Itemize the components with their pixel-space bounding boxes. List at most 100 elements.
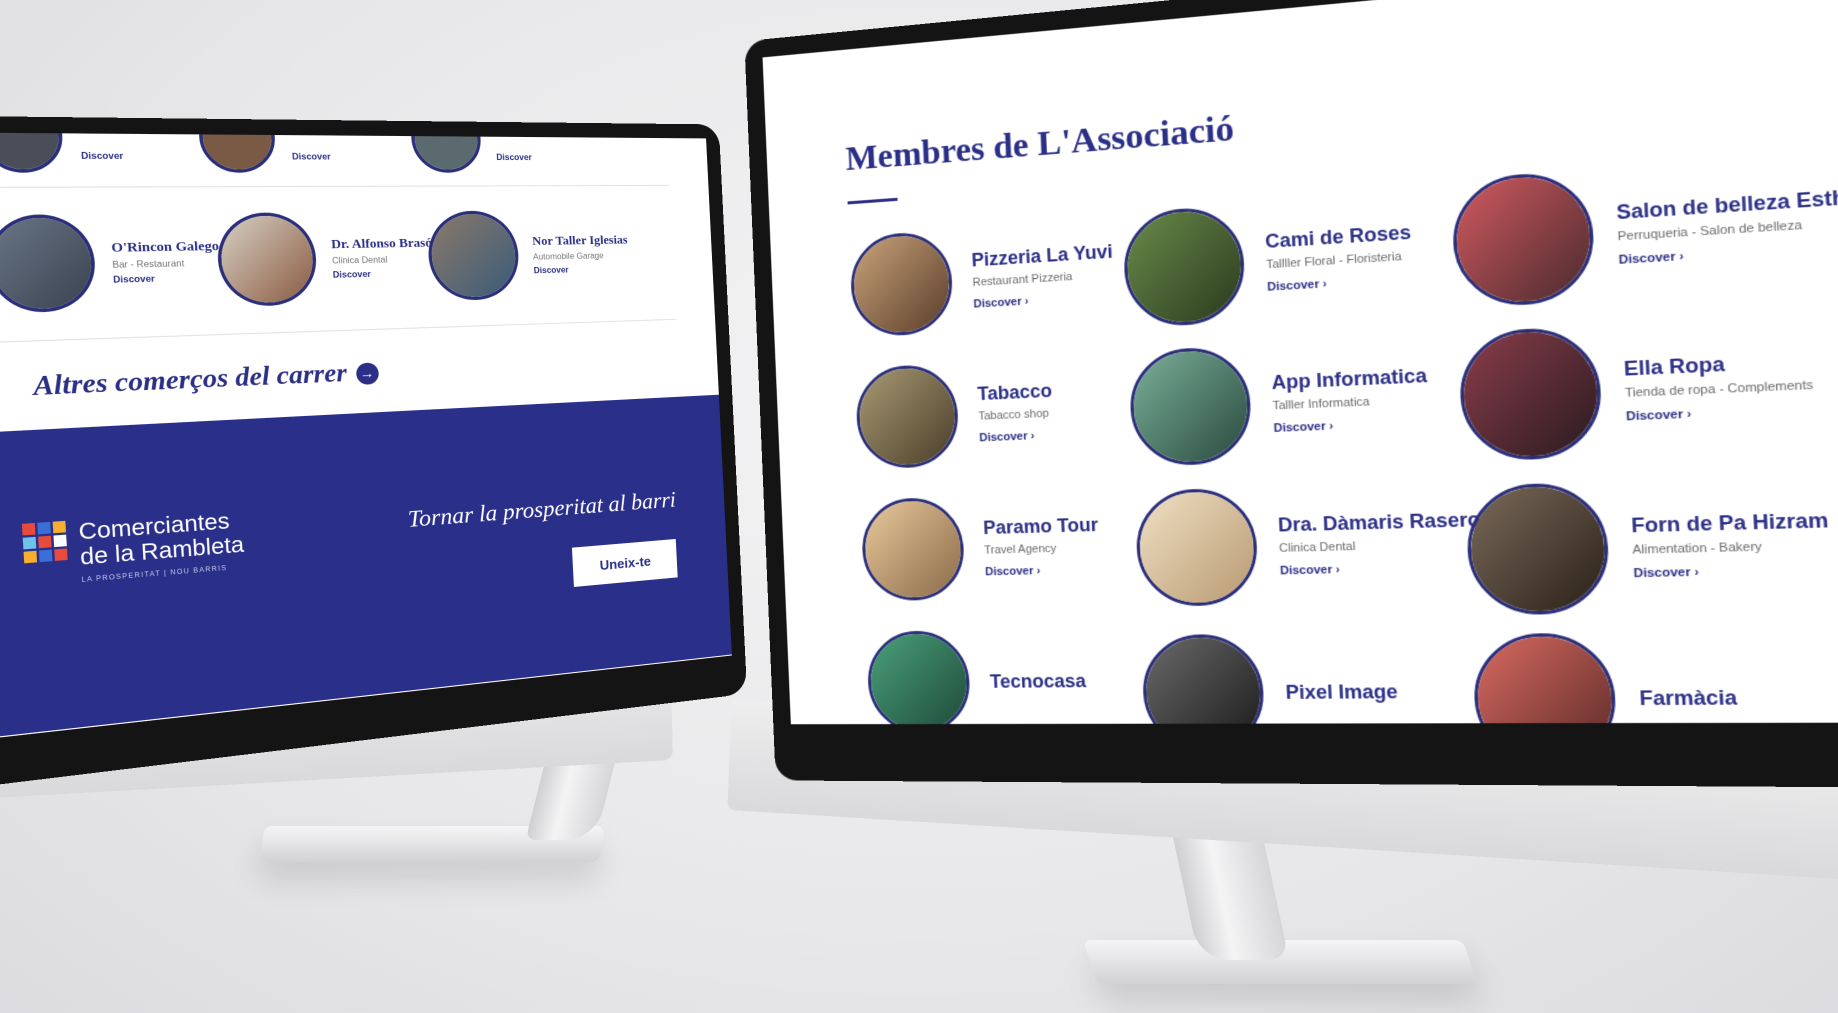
list-item[interactable]: Ella Ropa Tienda de ropa - Complements D…: [1457, 315, 1817, 462]
right-monitor-bezel: Membres de L'Associació Pizzeria La Yuvi…: [744, 0, 1838, 789]
member-name[interactable]: Cami de Roses: [1265, 221, 1412, 253]
member-photo: [0, 214, 98, 314]
site-footer: Comerciantes de la Rambleta LA PROSPERIT…: [0, 394, 732, 741]
left-monitor-bezel: Discover Discover Discover O'Rincon Gale…: [0, 115, 748, 791]
discover-link[interactable]: Discover ›: [1273, 415, 1429, 434]
list-item[interactable]: Pixel Image: [1140, 632, 1401, 725]
left-screen: Discover Discover Discover O'Rincon Gale…: [0, 132, 732, 742]
list-item[interactable]: Cami de Roses Tallller Floral - Floriste…: [1121, 193, 1415, 329]
discover-link[interactable]: Discover: [113, 272, 221, 285]
list-item[interactable]: Tecnocasa: [865, 629, 1088, 725]
list-item[interactable]: Salon de belleza Esther Perruqueria - Sa…: [1450, 150, 1838, 309]
arrow-right-icon: →: [355, 361, 379, 385]
chevron-right-icon: ›: [1686, 407, 1692, 421]
discover-link[interactable]: Discover ›: [985, 563, 1100, 578]
divider: [0, 184, 670, 188]
discover-link[interactable]: Discover ›: [1267, 272, 1414, 293]
member-photo: [860, 496, 966, 602]
chevron-right-icon: ›: [1036, 564, 1041, 577]
list-item[interactable]: Forn de Pa Hizram Alimentation - Bakery …: [1464, 475, 1833, 616]
discover-link[interactable]: Discover: [81, 150, 124, 160]
member-name[interactable]: Paramo Tour: [983, 514, 1099, 539]
chevron-right-icon: ›: [1024, 294, 1029, 308]
member-photo: [1450, 169, 1597, 309]
member-photo: [854, 363, 960, 470]
member-photo: [1121, 204, 1247, 329]
discover-label: Discover: [1625, 407, 1684, 424]
member-name[interactable]: Pizzeria La Yuvi: [971, 240, 1113, 271]
member-name[interactable]: Tecnocasa: [990, 670, 1087, 693]
member-photo: [0, 132, 65, 173]
list-item[interactable]: Nor Taller Iglesias Automobile Garage Di…: [426, 210, 630, 302]
member-photo: [409, 132, 483, 173]
member-category: Travel Agency: [983, 542, 1057, 557]
member-photo: [215, 212, 319, 308]
discover-link[interactable]: Discover ›: [1618, 238, 1838, 266]
member-category: Automobile Garage: [532, 251, 604, 262]
discover-link[interactable]: Discover ›: [973, 290, 1115, 311]
footer-tagline: Tornar la prosperitat al barri: [407, 486, 677, 533]
member-name[interactable]: Farmàcia: [1639, 686, 1738, 710]
member-category: Bar - Restaurant: [112, 258, 185, 271]
discover-link[interactable]: Discover: [496, 152, 532, 162]
member-name[interactable]: Dra. Dàmaris Rasero: [1278, 508, 1481, 536]
member-photo: [1457, 325, 1604, 462]
association-logo[interactable]: Comerciantes de la Rambleta LA PROSPERIT…: [21, 508, 246, 588]
chevron-right-icon: ›: [1322, 277, 1328, 291]
page-title: Membres de L'Associació: [844, 109, 1235, 179]
member-name[interactable]: O'Rincon Galego: [111, 238, 219, 257]
discover-label: Discover: [1633, 565, 1691, 580]
title-underline: [847, 197, 898, 205]
member-category: Talller Informatica: [1272, 395, 1370, 413]
member-category: Tienda de ropa - Complements: [1624, 378, 1814, 400]
discover-label: Discover: [984, 564, 1034, 578]
member-name[interactable]: Pixel Image: [1285, 680, 1398, 703]
member-photo: [426, 210, 521, 302]
chevron-right-icon: ›: [1328, 419, 1334, 433]
member-photo: [1464, 481, 1612, 616]
discover-link[interactable]: Discover ›: [1626, 402, 1815, 423]
member-name[interactable]: Ella Ropa: [1623, 348, 1812, 380]
member-name[interactable]: Nor Taller Iglesias: [532, 232, 628, 249]
logo-mark-icon: [21, 520, 68, 564]
list-item[interactable]: Discover: [0, 132, 124, 173]
member-photo: [197, 132, 277, 173]
chevron-right-icon: ›: [1678, 249, 1685, 264]
list-item[interactable]: O'Rincon Galego Bar - Restaurant Discove…: [0, 213, 222, 314]
list-item[interactable]: Pizzeria La Yuvi Restaurant Pizzeria Dis…: [849, 219, 1116, 338]
list-item[interactable]: Paramo Tour Travel Agency Discover ›: [860, 492, 1101, 602]
divider: [0, 318, 677, 343]
discover-label: Discover: [1273, 419, 1326, 435]
list-item[interactable]: Farmàcia: [1471, 631, 1741, 725]
chevron-right-icon: ›: [1335, 562, 1341, 576]
discover-link[interactable]: Discover ›: [979, 429, 1054, 444]
list-item[interactable]: App Informatica Talller Informatica Disc…: [1128, 336, 1431, 467]
discover-label: Discover: [979, 429, 1028, 444]
member-name[interactable]: Forn de Pa Hizram: [1631, 508, 1829, 537]
member-photo: [1134, 487, 1260, 607]
chevron-right-icon: ›: [1030, 429, 1035, 442]
discover-label: Discover: [1618, 249, 1676, 267]
member-category: Tabacco shop: [978, 406, 1050, 423]
discover-link[interactable]: Discover ›: [1280, 560, 1483, 577]
list-item[interactable]: Dra. Dàmaris Rasero Clinica Dental Disco…: [1134, 480, 1484, 607]
member-category: Alimentation - Bakery: [1632, 539, 1763, 557]
discover-link[interactable]: Discover: [292, 151, 331, 161]
member-photo: [849, 229, 955, 338]
discover-label: Discover: [1266, 277, 1320, 294]
member-name[interactable]: Tabacco: [977, 380, 1052, 405]
list-item[interactable]: Discover: [197, 132, 331, 173]
list-item[interactable]: Tabacco Tabacco shop Discover ›: [854, 358, 1055, 470]
right-screen: Membres de L'Associació Pizzeria La Yuvi…: [762, 0, 1838, 725]
discover-label: Discover: [1279, 563, 1333, 578]
member-category: Restaurant Pizzeria: [972, 270, 1073, 289]
member-name[interactable]: App Informatica: [1271, 364, 1427, 394]
discover-link[interactable]: Discover: [534, 264, 630, 275]
discover-label: Discover: [973, 295, 1022, 311]
member-category: Clinica Dental: [1278, 539, 1356, 555]
join-button[interactable]: Uneix-te: [571, 538, 678, 587]
chevron-right-icon: ›: [1694, 565, 1700, 579]
discover-link[interactable]: Discover ›: [1633, 562, 1831, 580]
list-item[interactable]: Discover: [409, 132, 533, 173]
member-photo: [1140, 633, 1267, 725]
